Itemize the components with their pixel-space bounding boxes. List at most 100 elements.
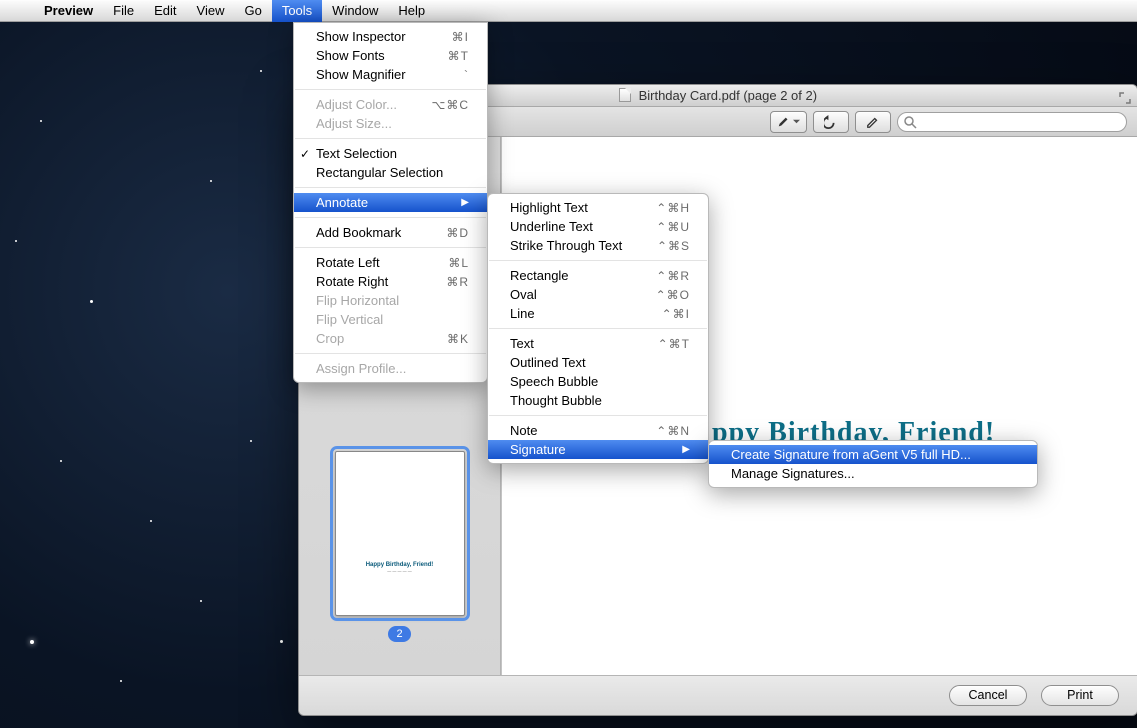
menu-go[interactable]: Go (234, 0, 271, 22)
annotate-menu-separator (489, 260, 707, 261)
annotate-menu-label: Underline Text (510, 219, 630, 234)
tools-menu-item[interactable]: Add Bookmark ⌘D (294, 223, 487, 242)
tools-menu-item[interactable]: Show Inspector⌘I (294, 27, 487, 46)
tools-menu-separator (295, 217, 486, 218)
keyboard-shortcut: ⌃⌘S (657, 239, 690, 253)
annotate-menu-label: Oval (510, 287, 630, 302)
tools-menu-item[interactable]: Rotate Right ⌘R (294, 272, 487, 291)
menu-window[interactable]: Window (322, 0, 388, 22)
tools-menu-label: Text Selection (316, 146, 469, 161)
submenu-arrow-icon: ▶ (461, 197, 469, 208)
annotate-menu-item[interactable]: Thought Bubble (488, 391, 708, 410)
page-thumbnail-2[interactable]: Happy Birthday, Friend! — — — — — (335, 451, 465, 616)
keyboard-shortcut: ⌃⌘R (656, 269, 690, 283)
submenu-arrow-icon: ▶ (682, 444, 690, 455)
annotate-menu-item[interactable]: Text ⌃⌘T (488, 334, 708, 353)
keyboard-shortcut: ⌃⌘U (656, 220, 690, 234)
signature-menu-item[interactable]: Create Signature from aGent V5 full HD..… (709, 445, 1037, 464)
annotate-menu-label: Thought Bubble (510, 393, 690, 408)
annotate-menu-separator (489, 328, 707, 329)
cancel-button[interactable]: Cancel (949, 685, 1027, 706)
annotate-menu-item[interactable]: Speech Bubble (488, 372, 708, 391)
annotate-menu-label: Line (510, 306, 636, 321)
tools-menu-item[interactable]: Rectangular Selection (294, 163, 487, 182)
annotate-menu-item[interactable]: Note ⌃⌘N (488, 421, 708, 440)
menu-tools[interactable]: Tools (272, 0, 322, 22)
keyboard-shortcut: ⌘R (446, 275, 469, 289)
tools-menu-label: Show Fonts (316, 48, 422, 63)
annotate-menu-item[interactable]: Outlined Text (488, 353, 708, 372)
tools-menu-label: Rectangular Selection (316, 165, 469, 180)
keyboard-shortcut: ⌘D (446, 226, 469, 240)
keyboard-shortcut: ` (464, 68, 469, 82)
tools-menu-label: Annotate (316, 195, 437, 210)
annotate-menu-label: Signature (510, 442, 658, 457)
signature-menu-label: Create Signature from aGent V5 full HD..… (731, 447, 1019, 462)
annotate-menu-label: Rectangle (510, 268, 630, 283)
annotate-menu-item[interactable]: Line ⌃⌘I (488, 304, 708, 323)
menu-file[interactable]: File (103, 0, 144, 22)
tools-menu-item: Assign Profile... (294, 359, 487, 378)
print-button[interactable]: Print (1041, 685, 1119, 706)
annotate-menu-label: Note (510, 423, 630, 438)
check-icon: ✓ (300, 147, 310, 161)
tools-menu-label: Rotate Right (316, 274, 420, 289)
tools-menu-item[interactable]: Show Fonts ⌘T (294, 46, 487, 65)
markup-tool-button[interactable] (855, 111, 891, 133)
tools-dropdown: Show Inspector⌘I Show Fonts ⌘T Show Magnifi… (293, 22, 488, 383)
tools-menu-item[interactable]: ✓ Text Selection (294, 144, 487, 163)
tools-menu-item[interactable]: Show Magnifier ` (294, 65, 487, 84)
keyboard-shortcut: ⌘K (447, 332, 469, 346)
pdf-icon (619, 88, 631, 102)
keyboard-shortcut: ⌃⌘H (656, 201, 690, 215)
tools-menu-label: Add Bookmark (316, 225, 420, 240)
annotate-menu-item[interactable]: Underline Text ⌃⌘U (488, 217, 708, 236)
tools-menu-label: Flip Vertical (316, 312, 469, 327)
tools-menu-label: Adjust Size... (316, 116, 469, 131)
signature-menu-item[interactable]: Manage Signatures... (709, 464, 1037, 483)
tools-menu-item[interactable]: Annotate ▶ (294, 193, 487, 212)
menu-edit[interactable]: Edit (144, 0, 186, 22)
tools-menu-separator (295, 247, 486, 248)
menu-help[interactable]: Help (388, 0, 435, 22)
menu-view[interactable]: View (187, 0, 235, 22)
keyboard-shortcut: ⌃⌘O (656, 288, 690, 302)
keyboard-shortcut: ⌘T (448, 49, 469, 63)
annotate-menu-label: Outlined Text (510, 355, 690, 370)
tools-menu-item[interactable]: Rotate Left⌘L (294, 253, 487, 272)
app-menu[interactable]: Preview (34, 0, 103, 22)
keyboard-shortcut: ⌘L (448, 256, 469, 270)
annotate-menu-item[interactable]: Rectangle ⌃⌘R (488, 266, 708, 285)
tools-menu-separator (295, 187, 486, 188)
annotate-menu-item[interactable]: Oval ⌃⌘O (488, 285, 708, 304)
annotate-menu-item[interactable]: Highlight Text⌃⌘H (488, 198, 708, 217)
annotate-menu-item[interactable]: Strike Through Text ⌃⌘S (488, 236, 708, 255)
expand-icon[interactable] (1119, 89, 1131, 101)
search-field[interactable] (897, 112, 1127, 132)
tools-menu-label: Crop (316, 331, 421, 346)
dialog-title: Birthday Card.pdf (page 2 of 2) (639, 88, 818, 103)
keyboard-shortcut: ⌃⌘I (662, 307, 690, 321)
highlight-tool-button[interactable] (770, 111, 807, 133)
tools-menu-item: Flip Vertical (294, 310, 487, 329)
tools-menu-separator (295, 89, 486, 90)
tools-menu-label: Show Inspector (316, 29, 426, 44)
rotate-tool-button[interactable] (813, 111, 849, 133)
menubar: Preview File Edit View Go Tools Window H… (0, 0, 1137, 22)
annotate-submenu: Highlight Text⌃⌘H Underline Text ⌃⌘U Strike… (487, 193, 709, 464)
tools-menu-item: Flip Horizontal (294, 291, 487, 310)
keyboard-shortcut: ⌃⌘N (656, 424, 690, 438)
tools-menu-separator (295, 353, 486, 354)
tools-menu-label: Adjust Color... (316, 97, 406, 112)
tools-menu-label: Show Magnifier (316, 67, 438, 82)
keyboard-shortcut: ⌥⌘C (432, 98, 470, 112)
tools-menu-separator (295, 138, 486, 139)
annotate-menu-label: Strike Through Text (510, 238, 631, 253)
signature-submenu: Create Signature from aGent V5 full HD..… (708, 440, 1038, 488)
annotate-menu-label: Text (510, 336, 632, 351)
keyboard-shortcut: ⌃⌘T (658, 337, 690, 351)
search-icon (903, 115, 917, 129)
tools-menu-item: Adjust Size... (294, 114, 487, 133)
tools-menu-item: Crop ⌘K (294, 329, 487, 348)
annotate-menu-item[interactable]: Signature ▶ (488, 440, 708, 459)
